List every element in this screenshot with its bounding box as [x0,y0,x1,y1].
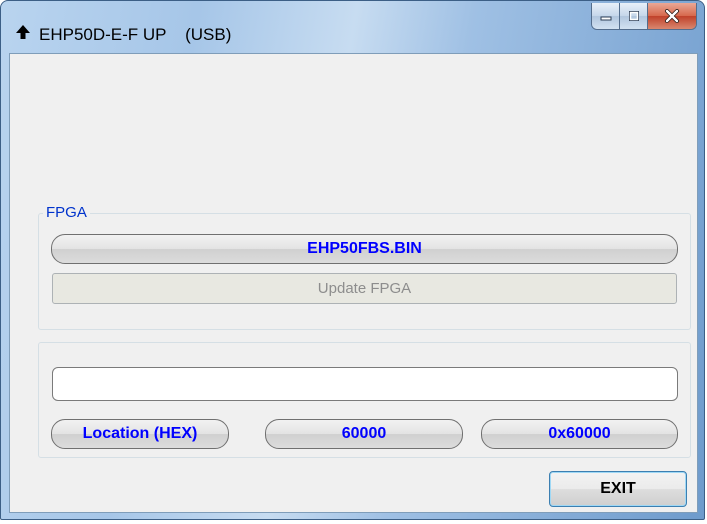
fpga-groupbox: FPGA EHP50FBS.BIN Update FPGA [38,204,691,330]
minimize-button[interactable] [592,3,620,29]
client-area: FPGA EHP50FBS.BIN Update FPGA Location (… [9,53,698,513]
up-arrow-icon [16,25,30,39]
minimize-icon [600,16,611,21]
title-bar[interactable]: EHP50D-E-F UP (USB) [1,1,704,53]
progress-input-field[interactable] [52,367,678,401]
update-fpga-button[interactable]: Update FPGA [52,273,677,304]
location-groupbox: Location (HEX) 60000 0x60000 [38,342,691,458]
exit-button[interactable]: EXIT [549,471,687,507]
caption-buttons [591,3,697,30]
maximize-icon [628,11,639,21]
close-button[interactable] [648,3,696,29]
fpga-group-label: FPGA [43,204,90,221]
maximize-button[interactable] [620,3,648,29]
location-hex-button[interactable]: 0x60000 [481,419,678,449]
fpga-file-button[interactable]: EHP50FBS.BIN [51,234,678,264]
location-decimal-button[interactable]: 60000 [265,419,463,449]
location-hex-label-button[interactable]: Location (HEX) [51,419,229,449]
close-icon [665,9,679,23]
window-title: EHP50D-E-F UP (USB) [39,25,232,44]
app-window: EHP50D-E-F UP (USB) FPGA EHP50FBS.BIN Up… [0,0,705,520]
